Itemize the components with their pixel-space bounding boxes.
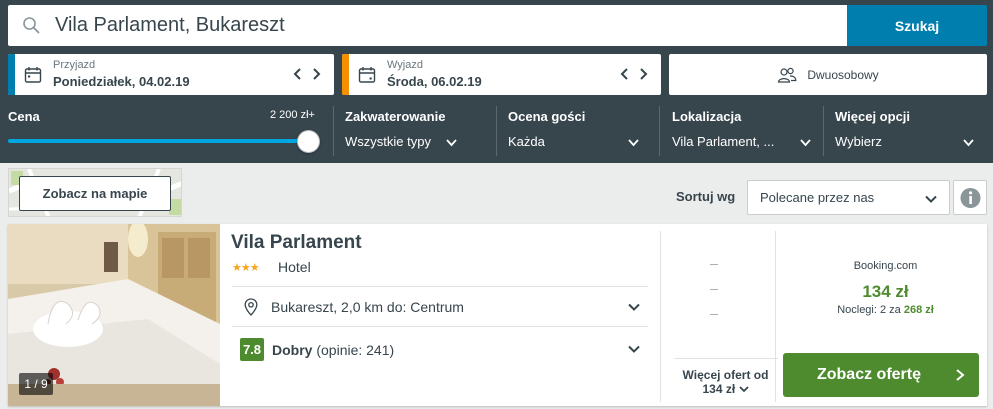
filter-divider: [496, 106, 497, 156]
view-offer-label: Zobacz ofertę: [816, 366, 921, 383]
search-query: Vila Parlament, Bukareszt: [55, 14, 285, 36]
location-pin-icon: [244, 298, 258, 316]
hotel-location[interactable]: Bukareszt, 2,0 km do: Centrum: [271, 299, 464, 315]
price-max-value: 2 200 zł+: [270, 109, 315, 121]
filter-divider: [333, 106, 334, 156]
room-type-button[interactable]: Dwuosobowy: [669, 54, 987, 95]
hotel-photo[interactable]: 1 / 9: [8, 224, 220, 406]
hotel-name[interactable]: Vila Parlament: [231, 232, 362, 254]
accommodation-filter-value: Wszystkie typy: [345, 134, 431, 149]
chevron-down-icon[interactable]: [627, 342, 641, 356]
card-divider: [232, 286, 648, 287]
guest-rating-filter-value: Każda: [508, 134, 545, 149]
checkin-date-field[interactable]: Przyjazd Poniedziałek, 04.02.19: [8, 54, 334, 95]
column-divider: [660, 231, 661, 402]
checkout-label: Wyjazd: [387, 59, 423, 71]
location-filter-value: Vila Parlament, ...: [672, 134, 775, 149]
location-filter[interactable]: Lokalizacja Vila Parlament, ...: [672, 105, 817, 158]
empty-offer-dash: [710, 289, 718, 290]
chevron-right-icon[interactable]: [635, 66, 651, 82]
checkout-date-field[interactable]: Wyjazd Środa, 06.02.19: [342, 54, 661, 95]
checkout-accent: [342, 54, 349, 95]
sort-label: Sortuj wg: [676, 189, 736, 204]
column-divider: [775, 231, 776, 402]
rating-label: Dobry: [272, 342, 313, 358]
nights-total: 268 zł: [903, 304, 934, 316]
chevron-down-icon: [963, 139, 974, 147]
guest-rating-filter[interactable]: Ocena gości Każda: [508, 105, 653, 158]
more-offers-price-row: 134 zł: [668, 382, 783, 396]
filter-divider: [823, 106, 824, 156]
more-offers-link[interactable]: Więcej ofert od 134 zł: [668, 368, 783, 396]
empty-offer-dash: [710, 264, 718, 265]
search-button[interactable]: Szukaj: [847, 5, 987, 46]
chevron-left-icon[interactable]: [290, 66, 306, 82]
chevron-right-icon[interactable]: [308, 66, 324, 82]
price-slider-handle[interactable]: [297, 130, 320, 153]
sort-select[interactable]: Polecane przez nas: [747, 180, 950, 215]
chevron-down-icon: [446, 139, 457, 147]
chevron-down-icon: [628, 139, 639, 147]
hotel-type: Hotel: [278, 259, 311, 275]
calendar-icon: [358, 67, 376, 83]
photo-counter: 1 / 9: [19, 373, 53, 395]
more-options-filter[interactable]: Więcej opcji Wybierz: [835, 105, 985, 158]
more-options-filter-title: Więcej opcji: [835, 109, 911, 124]
nights-prefix: Noclegi: 2 za: [837, 304, 901, 316]
chevron-down-icon: [800, 139, 811, 147]
star-rating: ★★★: [232, 262, 260, 274]
info-icon: [960, 188, 981, 208]
chevron-right-icon: [956, 369, 965, 381]
card-divider: [232, 326, 648, 327]
search-input[interactable]: Vila Parlament, Bukareszt: [8, 5, 847, 46]
calendar-icon: [24, 67, 42, 83]
chevron-down-icon[interactable]: [627, 300, 641, 314]
view-offer-button[interactable]: Zobacz ofertę: [783, 353, 979, 397]
price-filter-title: Cena: [8, 109, 40, 124]
price-slider-track[interactable]: [8, 139, 306, 143]
show-on-map-button[interactable]: Zobacz na mapie: [19, 176, 171, 211]
offer-price[interactable]: 134 zł: [784, 282, 987, 302]
search-icon: [23, 17, 40, 34]
location-filter-title: Lokalizacja: [672, 109, 742, 124]
filter-divider: [659, 106, 660, 156]
card-divider: [674, 358, 778, 359]
empty-offer-dash: [710, 314, 718, 315]
checkin-value: Poniedziałek, 04.02.19: [53, 74, 190, 89]
guest-rating-filter-title: Ocena gości: [508, 109, 586, 124]
more-offers-label: Więcej ofert od: [682, 368, 769, 382]
more-options-filter-value: Wybierz: [835, 134, 882, 149]
chevron-down-icon: [738, 386, 749, 393]
rating-reviews: (opinie: 241): [316, 342, 395, 358]
accommodation-filter[interactable]: Zakwaterowanie Wszystkie typy: [345, 105, 490, 158]
chevron-left-icon[interactable]: [617, 66, 633, 82]
checkout-value: Środa, 06.02.19: [387, 74, 482, 89]
rating-summary[interactable]: Dobry (opinie: 241): [272, 342, 394, 358]
two-people-icon: [778, 67, 797, 83]
checkin-accent: [8, 54, 15, 95]
more-offers-price: 134 zł: [702, 382, 736, 396]
rating-score-badge: 7.8: [240, 338, 264, 361]
room-type-label: Dwuosobowy: [807, 67, 879, 82]
accommodation-filter-title: Zakwaterowanie: [345, 109, 446, 124]
info-button[interactable]: [953, 180, 987, 215]
offer-provider: Booking.com: [853, 260, 918, 272]
nights-summary: Noclegi: 2 za 268 zł: [784, 304, 987, 316]
sort-value: Polecane przez nas: [760, 190, 875, 205]
hotel-result-card: 1 / 9 Vila Parlament ★★★ Hotel Bukareszt…: [8, 224, 987, 406]
chevron-down-icon: [925, 195, 937, 203]
checkin-label: Przyjazd: [53, 59, 96, 71]
